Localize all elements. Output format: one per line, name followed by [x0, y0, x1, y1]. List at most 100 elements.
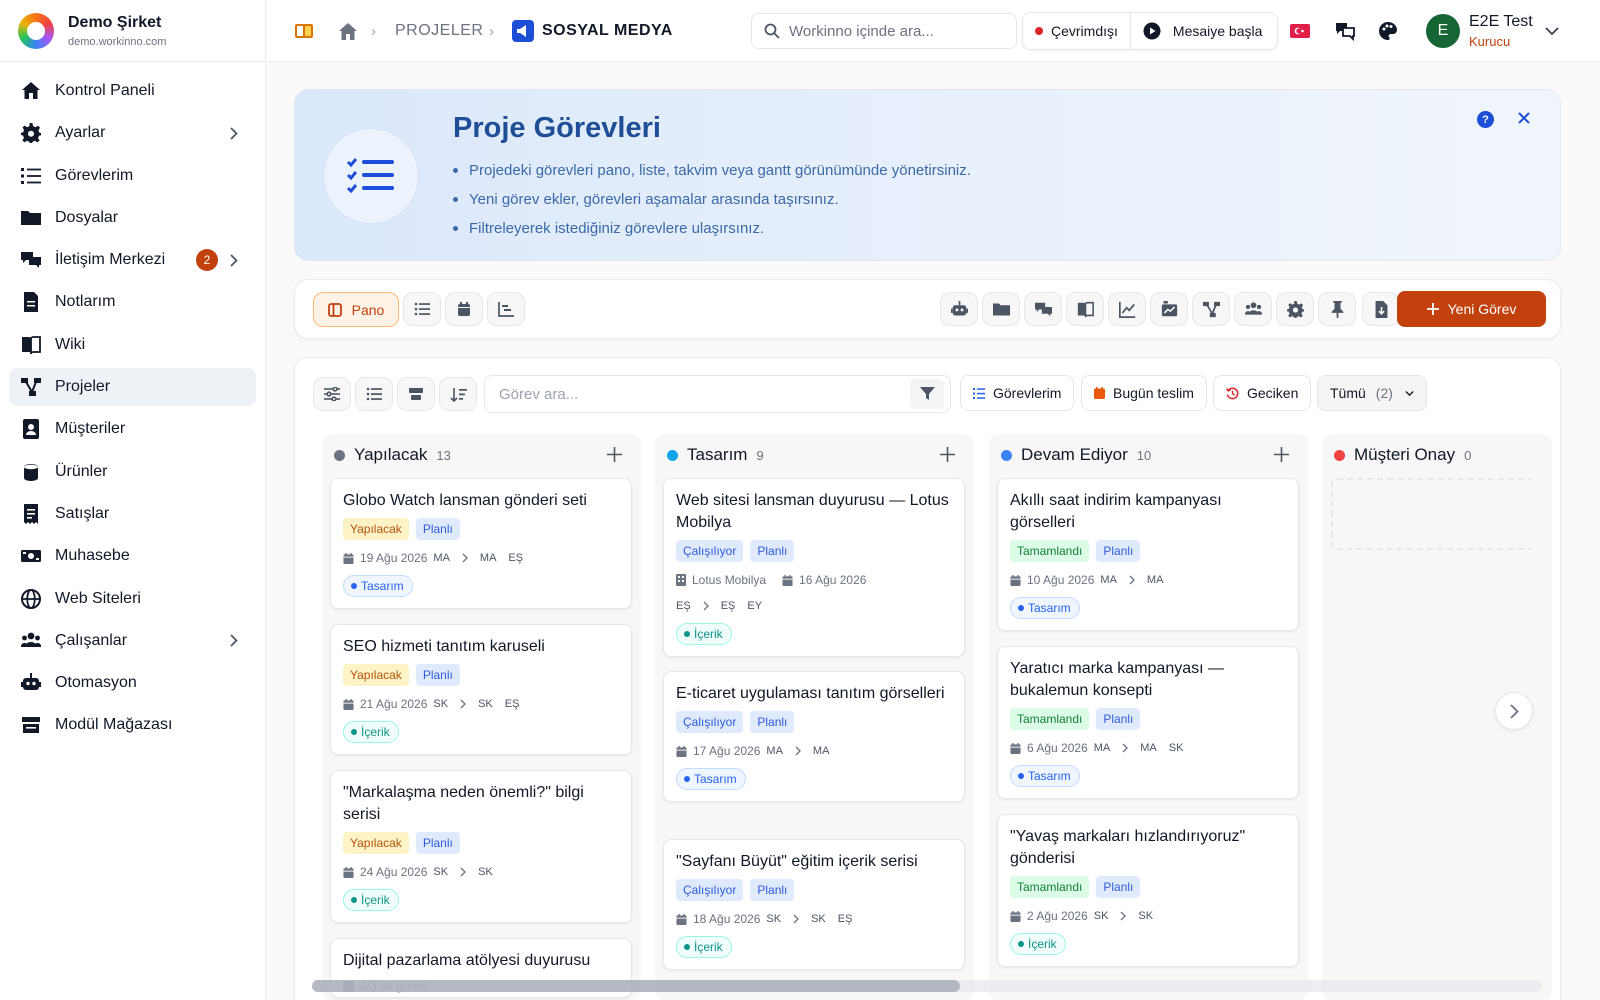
scroll-right-button[interactable]	[1495, 692, 1533, 730]
home-icon	[22, 82, 40, 99]
sidebar-item-label: Wiki	[55, 335, 86, 353]
plan-badge: Planlı	[415, 664, 460, 686]
sidebar-nav: Kontrol Paneli Ayarlar Görevlerim Dosyalar İ…	[0, 62, 265, 759]
pin-tool-button[interactable]	[1318, 292, 1356, 326]
chart-tool-button[interactable]	[1108, 292, 1146, 326]
dashboard-icon	[1161, 300, 1177, 316]
chat-tool-button[interactable]	[1024, 292, 1062, 326]
search-icon	[764, 23, 780, 39]
sidebar-item[interactable]: Notlarım	[9, 283, 256, 321]
sidebar-item[interactable]: Projeler	[9, 368, 256, 407]
sidebar-item-label: Modül Mağazası	[55, 716, 173, 734]
calendar-view-button[interactable]	[445, 292, 483, 326]
folder-tool-button[interactable]	[982, 292, 1020, 326]
notification-badge: 2	[196, 249, 218, 272]
robot-tool-button[interactable]	[940, 292, 978, 326]
task-card[interactable]: "Sayfanı Büyüt" eğitim içerik serisi Çal…	[663, 839, 965, 970]
assigner-initials: EŞ	[676, 600, 691, 612]
gantt-view-button[interactable]	[487, 292, 525, 326]
palette-icon[interactable]	[1375, 18, 1401, 44]
board-view-button[interactable]: Pano	[313, 292, 399, 327]
brand[interactable]: Demo Şirket demo.workinno.com	[0, 0, 265, 62]
book-tool-button[interactable]	[1066, 292, 1104, 326]
plan-badge: Planlı	[1096, 708, 1141, 730]
task-search-input[interactable]: Görev ara...	[484, 375, 951, 413]
sidebar-item[interactable]: Müşteriler	[9, 410, 256, 448]
settings-sliders-button[interactable]	[313, 377, 351, 411]
home-breadcrumb-icon[interactable]	[335, 18, 361, 44]
due-date: 17 Ağu 2026	[693, 744, 761, 758]
task-card[interactable]: "Yavaş markaları hızlandırıyoruz" gönder…	[997, 814, 1299, 967]
sidebar-item[interactable]: Satışlar	[9, 495, 256, 533]
close-icon[interactable]	[1516, 110, 1532, 126]
sort-button[interactable]	[439, 377, 477, 411]
assignee-initials: SK	[1168, 742, 1184, 754]
calendar-icon	[1094, 387, 1105, 399]
sidebar-item[interactable]: Dosyalar	[9, 199, 256, 237]
add-task-to-column-button[interactable]	[940, 447, 955, 462]
global-search-input[interactable]: Workinno içinde ara...	[751, 13, 1017, 49]
add-task-to-column-button[interactable]	[607, 447, 622, 462]
my-tasks-filter[interactable]: Görevlerim	[960, 375, 1075, 411]
task-card[interactable]: Web sitesi lansman duyurusu — Lotus Mobi…	[663, 478, 965, 657]
column-count: 0	[1464, 447, 1472, 463]
list-view-button[interactable]	[403, 292, 441, 326]
contact-icon	[23, 419, 39, 440]
sidebar-item-label: Görevlerim	[55, 166, 134, 184]
empty-drop-zone[interactable]	[1331, 478, 1531, 550]
dashboard-tool-button[interactable]	[1150, 292, 1188, 326]
sidebar-item[interactable]: Otomasyon	[9, 664, 256, 702]
layers-button[interactable]	[397, 377, 435, 411]
new-task-button[interactable]: Yeni Görev	[1397, 291, 1546, 327]
list-icon	[366, 387, 382, 401]
flow-tool-button[interactable]	[1192, 292, 1230, 326]
due-date: 19 Ağu 2026	[360, 551, 428, 565]
status-badge: Yapılacak	[343, 518, 409, 540]
group-list-button[interactable]	[355, 377, 393, 411]
category-tag: Tasarım	[676, 768, 746, 790]
all-filter-dropdown[interactable]: Tümü (2)	[1317, 375, 1427, 411]
task-card[interactable]: Akıllı saat indirim kampanyası görseller…	[997, 478, 1299, 631]
task-card[interactable]: Yaratıcı marka kampanyası — bukalemun ko…	[997, 646, 1299, 799]
sidebar-item[interactable]: Kontrol Paneli	[9, 72, 256, 110]
task-card[interactable]: SEO hizmeti tanıtım karuseli Yapılacak P…	[330, 624, 632, 755]
sidebar-toggle-icon[interactable]	[291, 18, 317, 44]
language-flag-icon[interactable]	[1287, 18, 1313, 44]
chevron-down-icon[interactable]	[1539, 18, 1565, 44]
due-today-filter[interactable]: Bugün teslim	[1081, 375, 1207, 411]
company-domain: demo.workinno.com	[68, 35, 167, 48]
breadcrumb-projects[interactable]: PROJELER	[395, 0, 483, 62]
status-toggle[interactable]: Çevrimdışı	[1023, 13, 1130, 49]
company-name: Demo Şirket	[68, 13, 162, 31]
status-badge: Yapılacak	[343, 832, 409, 854]
status-badge: Tamamlandı	[1010, 540, 1090, 562]
users-tool-button[interactable]	[1234, 292, 1272, 326]
receipt-icon	[24, 503, 38, 524]
export-tool-button[interactable]	[1362, 292, 1400, 326]
scrollbar-thumb[interactable]	[312, 980, 960, 992]
task-card[interactable]: "Markalaşma neden önemli?" bilgi serisi …	[330, 770, 632, 923]
help-icon[interactable]: ?	[1477, 111, 1494, 128]
horizontal-scrollbar[interactable]	[312, 980, 1542, 992]
task-card[interactable]: Globo Watch lansman gönderi seti Yapılac…	[330, 478, 632, 609]
money-icon	[21, 550, 41, 563]
messages-icon[interactable]	[1332, 18, 1358, 44]
overdue-filter[interactable]: Geciken	[1213, 375, 1312, 411]
sidebar-item[interactable]: Ayarlar	[9, 114, 256, 152]
gear-tool-button[interactable]	[1276, 292, 1314, 326]
add-task-to-column-button[interactable]	[1274, 447, 1289, 462]
sidebar-item[interactable]: Wiki	[9, 326, 256, 364]
sidebar-item[interactable]: Çalışanlar	[9, 622, 256, 660]
sidebar-item[interactable]: İletişim Merkezi 2	[9, 241, 256, 279]
column-header: Yapılacak 13	[334, 442, 451, 468]
calendar-icon	[676, 913, 687, 925]
user-avatar[interactable]: E	[1426, 14, 1460, 48]
task-card[interactable]: E-ticaret uygulaması tanıtım görselleri …	[663, 671, 965, 802]
sidebar-item[interactable]: Görevlerim	[9, 157, 256, 195]
sidebar-item[interactable]: Ürünler	[9, 453, 256, 491]
filter-button[interactable]	[910, 379, 944, 409]
sidebar-item[interactable]: Modül Mağazası	[9, 706, 256, 744]
sidebar-item[interactable]: Muhasebe	[9, 537, 256, 575]
sidebar-item[interactable]: Web Siteleri	[9, 580, 256, 618]
start-shift-button[interactable]: Mesaiye başla	[1129, 13, 1277, 49]
